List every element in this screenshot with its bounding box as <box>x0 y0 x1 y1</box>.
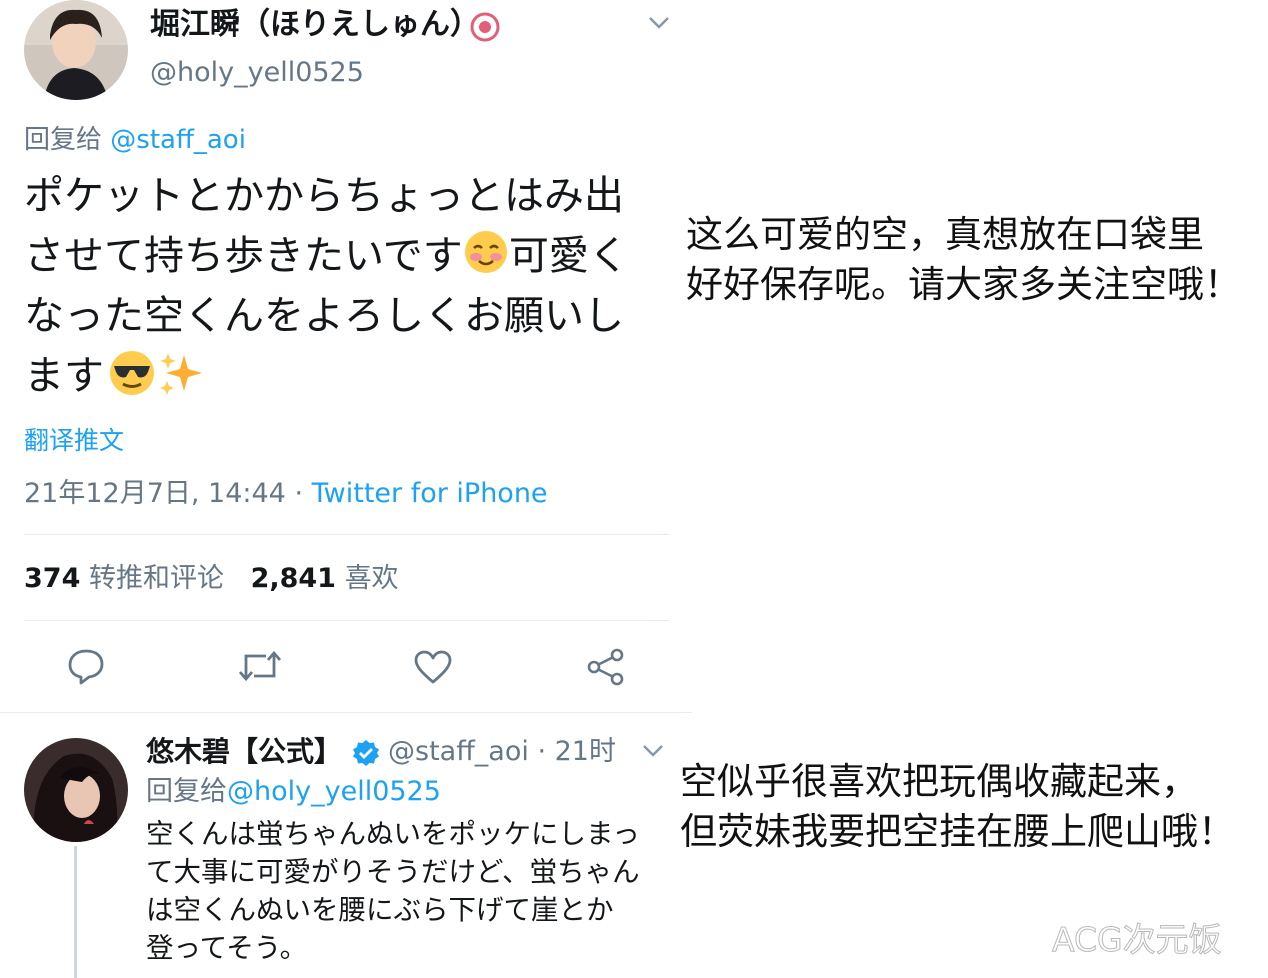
timestamp: 21年12月7日, 14:44 · <box>24 478 312 509</box>
caption-line: 空似乎很喜欢把玩偶收藏起来， <box>680 760 1198 803</box>
reply-to-link[interactable]: @staff_aoi <box>110 125 246 155</box>
engagement-stats: 374 转推和评论 2,841 喜欢 <box>24 560 399 598</box>
translate-tweet-link[interactable]: 翻译推文 <box>24 424 124 458</box>
timestamp-line: 21年12月7日, 14:44 · Twitter for iPhone <box>24 475 548 513</box>
watermark: ACG次元饭 <box>1052 920 1223 960</box>
chevron-down-icon[interactable] <box>642 744 664 758</box>
retweet-count[interactable]: 374 <box>24 563 80 594</box>
avatar-yuuki[interactable] <box>24 738 128 842</box>
tweet-body: 空くんは蛍ちゃんぬいをポッケにしまっ て大事に可愛がりそうだけど、蛍ちゃん は空… <box>146 815 640 967</box>
verified-badge-icon <box>352 739 380 767</box>
like-icon[interactable] <box>413 649 453 685</box>
tweet-body-text: させて持ち歩きたいです <box>24 233 463 279</box>
like-label[interactable]: 喜欢 <box>345 563 399 594</box>
chevron-down-icon[interactable] <box>648 16 670 30</box>
tweet-body-line: 空くんは蛍ちゃんぬいをポッケにしまっ <box>146 818 640 850</box>
tweet-body-line: は空くんぬいを腰にぶら下げて崖とか <box>146 894 614 926</box>
tweet-body-line: 登ってそう。 <box>146 932 308 964</box>
reply-to-line: 回复给@holy_yell0525 <box>146 773 441 811</box>
sunglasses-emoji-icon <box>108 349 156 397</box>
tweet-body-line: ます <box>24 346 629 406</box>
reply-to-link[interactable]: @holy_yell0525 <box>227 776 441 807</box>
tweet-body-line: させて持ち歩きたいです 可愛く <box>24 226 629 286</box>
reply-to-prefix: 回复给 <box>24 125 103 155</box>
tweet-body: ポケットとかからちょっとはみ出 させて持ち歩きたいです 可愛く なった空くんをよ… <box>24 166 629 406</box>
retweet-label[interactable]: 转推和评论 <box>89 563 224 594</box>
retweet-icon[interactable] <box>238 648 282 684</box>
divider <box>24 534 669 535</box>
caption-line: 这么可爱的空，真想放在口袋里 <box>686 213 1204 256</box>
tweet-body-line: て大事に可愛がりそうだけど、蛍ちゃん <box>146 856 640 888</box>
like-count[interactable]: 2,841 <box>251 563 336 594</box>
client-link[interactable]: Twitter for iPhone <box>312 478 548 509</box>
tweet-body-text: ます <box>24 353 104 399</box>
tweet-body-line: なった空くんをよろしくお願いし <box>24 293 624 339</box>
sparkles-emoji-icon <box>158 349 204 397</box>
avatar-horie[interactable] <box>24 0 128 100</box>
caption-first: 这么可爱的空，真想放在口袋里 好好保存呢。请大家多关注空哦！ <box>686 210 1241 310</box>
display-name[interactable]: 堀江瞬（ほりえしゅん） <box>150 5 480 45</box>
thread-line <box>74 846 77 978</box>
reply-icon[interactable] <box>67 647 105 685</box>
caption-line: 好好保存呢。请大家多关注空哦！ <box>686 263 1241 306</box>
handle-time[interactable]: @staff_aoi · 21时 <box>388 733 616 771</box>
divider <box>0 712 692 713</box>
tweet-body-line: ポケットとかからちょっとはみ出 <box>24 173 624 219</box>
handle[interactable]: @holy_yell0525 <box>150 54 364 92</box>
caption-second: 空似乎很喜欢把玩偶收藏起来， 但荧妹我要把空挂在腰上爬山哦！ <box>680 757 1235 857</box>
caption-line: 但荧妹我要把空挂在腰上爬山哦！ <box>680 810 1235 853</box>
sakura-badge-icon <box>470 12 500 42</box>
divider <box>24 620 669 621</box>
tweet-body-text: 可愛く <box>508 233 629 279</box>
reply-to-prefix: 回复给 <box>146 776 227 807</box>
blush-emoji-icon <box>463 229 509 275</box>
share-icon[interactable] <box>586 648 626 686</box>
display-name[interactable]: 悠木碧【公式】 <box>146 733 342 771</box>
reply-to-line: 回复给 @staff_aoi <box>24 122 246 158</box>
